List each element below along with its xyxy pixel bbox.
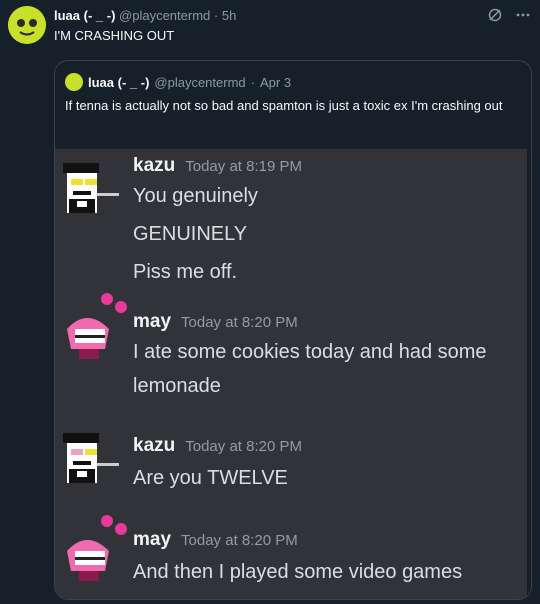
quoted-text: If tenna is actually not so bad and spam…: [65, 98, 503, 113]
chat-screenshot: kazu Today at 8:19 PM You genuinely GENUI…: [55, 149, 531, 599]
message-line: GENUINELY: [133, 223, 248, 245]
message-line: Are you TWELVE: [133, 467, 288, 489]
kazu-avatar: [57, 425, 129, 497]
quoted-timestamp: Apr 3: [260, 74, 292, 90]
tweet-text: I'M CRASHING OUT: [54, 28, 175, 43]
avatar[interactable]: [8, 6, 46, 44]
scrollbar[interactable]: [527, 149, 531, 599]
may-avatar: [57, 511, 129, 583]
tweet-header: luaa (- _ -) @playcentermd · 5h: [54, 8, 236, 23]
quoted-separator: ·: [250, 74, 255, 90]
separator: ·: [213, 8, 219, 23]
kazu-avatar: [57, 155, 129, 227]
may-avatar: [57, 289, 129, 361]
message-timestamp: Today at 8:20 PM: [185, 438, 302, 455]
user-handle[interactable]: @playcentermd: [119, 8, 210, 23]
message-timestamp: Today at 8:20 PM: [181, 532, 298, 549]
message-author[interactable]: may Today at 8:20 PM: [133, 529, 298, 551]
message-timestamp: Today at 8:20 PM: [181, 314, 298, 331]
message-author[interactable]: may Today at 8:20 PM: [133, 311, 298, 333]
quoted-tweet[interactable]: luaa (- _ -) @playcentermd · Apr 3 If te…: [54, 60, 532, 600]
message-author[interactable]: kazu Today at 8:19 PM: [133, 155, 302, 177]
message-author[interactable]: kazu Today at 8:20 PM: [133, 435, 302, 457]
tweet: luaa (- _ -) @playcentermd · 5h I'M CRAS…: [0, 0, 540, 604]
grok-icon[interactable]: [486, 6, 504, 24]
message-line: And then I played some video games: [133, 561, 463, 583]
timestamp[interactable]: 5h: [222, 8, 236, 23]
message-line: Piss me off.: [133, 261, 238, 283]
quoted-avatar: [65, 73, 83, 91]
display-name[interactable]: luaa (- _ -): [54, 8, 115, 23]
quoted-handle: @playcentermd: [154, 74, 246, 90]
message-line: You genuinely: [133, 185, 258, 207]
tweet-actions: [486, 6, 532, 24]
quoted-header: luaa (- _ -) @playcentermd · Apr 3: [65, 73, 291, 91]
more-icon[interactable]: [514, 6, 532, 24]
message-line: I ate some cookies today and had some: [133, 341, 487, 363]
message-line: lemonade: [133, 375, 221, 397]
message-timestamp: Today at 8:19 PM: [185, 158, 302, 175]
quoted-display-name: luaa (- _ -): [88, 74, 150, 90]
scroll-thumb[interactable]: [527, 149, 531, 599]
